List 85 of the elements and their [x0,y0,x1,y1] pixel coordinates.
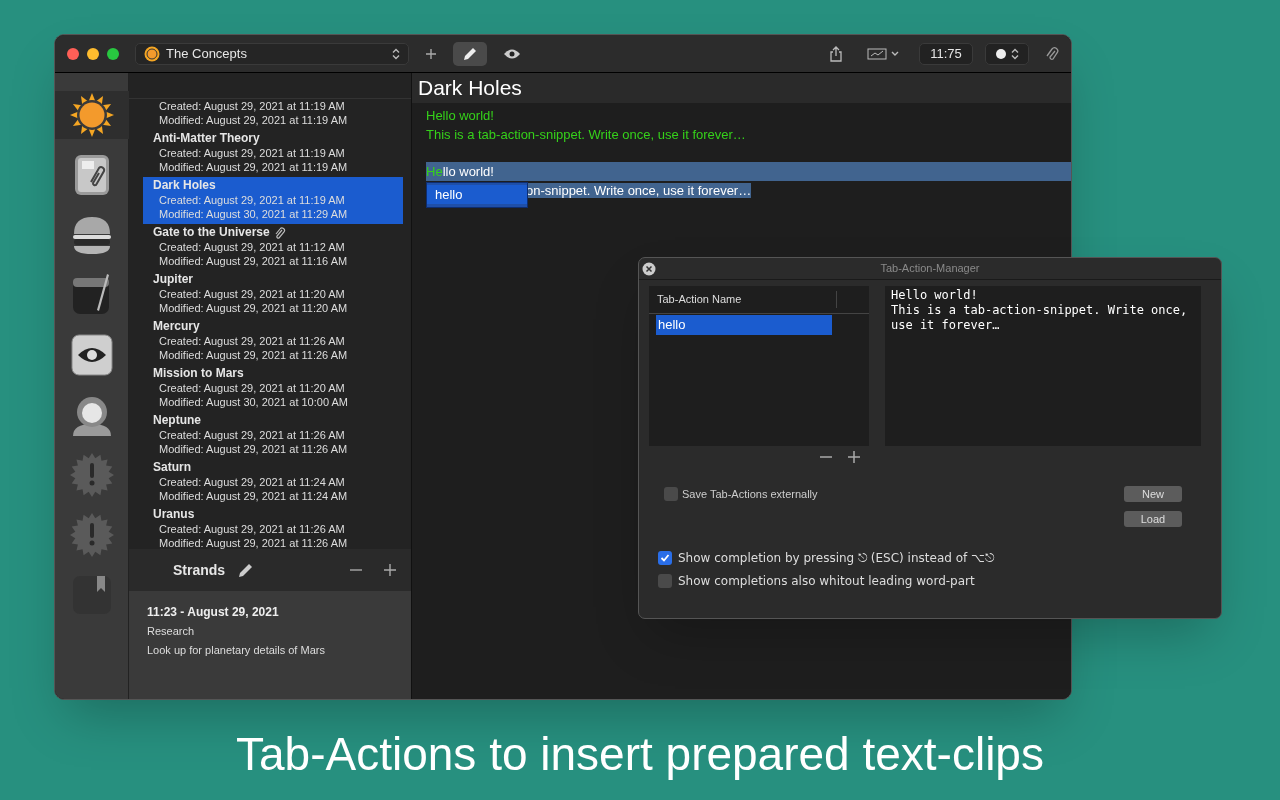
note-date: Created: August 29, 2021 at 11:24 AM [158,475,346,489]
add-icon[interactable] [383,563,397,577]
note-item[interactable]: Uranus Created: August 29, 2021 at 11:26 AM Modified: August 29, 2021 at 11:26 AM [143,506,403,549]
strands-title: Strands [173,560,226,580]
note-date: Created: August 29, 2021 at 11:19 AM [158,99,346,113]
column-header: Tab-Action Name [657,291,837,308]
time-field[interactable]: 11:75 [919,42,973,65]
checkbox-label: Show completion by pressing ⎋ (ESC) instead of ⌥⎋ [678,550,994,567]
note-date: Modified: August 29, 2021 at 11:19 AM [158,113,349,127]
note-heading: Dark Holes [418,75,522,102]
note-date: Modified: August 30, 2021 at 10:00 AM [158,395,349,409]
note-date: Created: August 29, 2021 at 11:19 AM [158,193,346,207]
note-title: Anti-Matter Theory [153,131,260,146]
note-date: Modified: August 29, 2021 at 11:26 AM [158,442,349,456]
checkbox[interactable] [658,574,672,588]
note-date: Created: August 29, 2021 at 11:26 AM [158,334,346,348]
badge-icon [68,512,115,558]
note-date: Created: August 29, 2021 at 11:20 AM [158,287,346,301]
share-icon[interactable] [829,45,843,62]
note-date: Modified: August 29, 2021 at 11:20 AM [158,301,349,315]
checkbox-label: Save Tab-Actions externally [682,486,818,502]
close-icon[interactable] [642,261,656,276]
signature-dropdown[interactable] [867,46,899,61]
note-item[interactable]: Gate to the Universe Created: August 29, 2021 at 11:12 AM Modified: August 29, 2021 at 11:16 AM [143,224,403,271]
editor-line: This is a tab-action-snippet. Write once, use it forever… [426,125,746,144]
action-row[interactable]: hello [656,315,832,335]
dialog-button[interactable]: Load [1124,511,1182,527]
note-date: Created: August 29, 2021 at 11:20 AM [158,381,346,395]
dialog-title: Tab-Action-Manager [879,261,981,277]
dot-dropdown[interactable] [985,42,1029,65]
chevron-icon [392,47,400,60]
dialog-button[interactable]: New [1124,486,1182,502]
pencil-icon [462,45,478,62]
sun-icon [68,92,115,138]
note-title: Gate to the Universe [153,225,270,240]
note-date: Created: August 29, 2021 at 11:26 AM [158,428,346,442]
note-item[interactable]: Mission to Mars Created: August 29, 2021 at 11:20 AM Modified: August 30, 2021 at 10:00 AM [143,365,403,412]
caret-icon [891,50,899,57]
note-title: Mission to Mars [153,366,244,381]
add-icon[interactable] [847,450,861,464]
strand-title: Research [147,624,196,639]
note-item[interactable]: Jupiter Created: August 29, 2021 at 11:20 AM Modified: August 29, 2021 at 11:20 AM [143,271,403,318]
editor-line: Hello world! [426,106,494,125]
snippet-editor[interactable]: Hello world! This is a tab-action-snippet. Write once, use it forever… [885,286,1201,446]
sun-icon [144,45,160,62]
paperclip-icon[interactable] [1045,45,1059,62]
note-title: Uranus [153,507,195,522]
note-item[interactable]: Created: August 29, 2021 at 11:19 AM Modified: August 29, 2021 at 11:19 AM [143,99,403,130]
dock-item[interactable] [55,91,129,139]
eye-icon [503,47,521,60]
note-date: Modified: August 29, 2021 at 11:19 AM [158,160,349,174]
note-title: Neptune [153,413,201,428]
document-dropdown[interactable]: The Concepts [135,42,409,65]
checkbox-label: Show completions also whitout leading word-part [678,573,975,590]
note-date: Modified: August 29, 2021 at 11:26 AM [158,348,349,362]
add-icon[interactable] [425,47,437,60]
zoom-button[interactable] [107,47,119,60]
note-date: Modified: August 29, 2021 at 11:24 AM [158,489,349,503]
autocomplete-item[interactable]: hello [427,184,527,205]
checkbox[interactable] [664,487,678,501]
caption: Tab-Actions to insert prepared text-clips [235,727,1045,782]
note-date: Modified: August 29, 2021 at 11:16 AM [158,254,349,268]
eye-icon [68,332,115,378]
note-date: Modified: August 29, 2021 at 11:26 AM [158,536,349,549]
note-title: Jupiter [153,272,193,287]
close-button[interactable] [67,47,79,60]
strand-description: Look up for planetary details of Mars [147,642,326,658]
note-date: Modified: August 30, 2021 at 11:29 AM [158,207,349,221]
note-date: Created: August 29, 2021 at 11:19 AM [158,146,346,160]
badge-icon [68,452,115,498]
edit-mode-button[interactable] [453,41,487,66]
note-title: Dark Holes [153,178,216,193]
strand-time: 11:23 - August 29, 2021 [147,604,280,621]
note-title: Mercury [153,319,200,334]
note-item[interactable]: Anti-Matter Theory Created: August 29, 2021 at 11:19 AM Modified: August 29, 2021 at 11:19 AM [143,130,403,177]
note-item[interactable]: Mercury Created: August 29, 2021 at 11:26 AM Modified: August 29, 2021 at 11:26 AM [143,318,403,365]
note-title: Saturn [153,460,191,475]
note-date: Created: August 29, 2021 at 11:12 AM [158,240,346,254]
note-date: Created: August 29, 2021 at 11:26 AM [158,522,346,536]
note-item[interactable]: Neptune Created: August 29, 2021 at 11:26 AM Modified: August 29, 2021 at 11:26 AM [143,412,403,459]
minimize-button[interactable] [87,47,99,60]
chevron-icon [1010,47,1019,60]
note-item[interactable]: Dark Holes Created: August 29, 2021 at 11:19 AM Modified: August 30, 2021 at 11:29 AM [143,177,403,224]
note-item[interactable]: Saturn Created: August 29, 2021 at 11:24 AM Modified: August 29, 2021 at 11:24 AM [143,459,403,506]
checkbox[interactable] [658,551,672,565]
